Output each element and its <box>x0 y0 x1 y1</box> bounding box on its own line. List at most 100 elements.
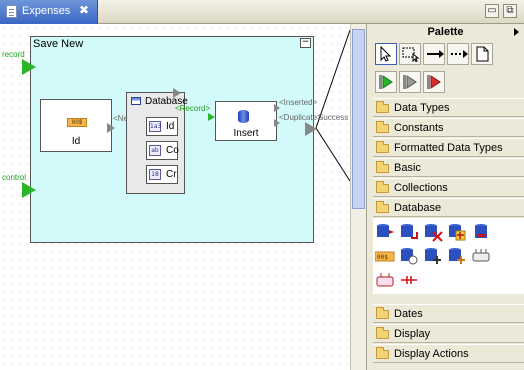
component-insert[interactable]: Insert <box>215 101 277 141</box>
field-cr[interactable]: 18 Cr <box>146 165 178 184</box>
input-label-control: control <box>2 173 27 182</box>
field-id-text: Id <box>166 121 175 132</box>
drawer-label: Basic <box>394 162 421 174</box>
database-input-port[interactable] <box>173 88 181 98</box>
folder-icon <box>376 161 389 173</box>
exception-port-tool[interactable] <box>423 71 445 93</box>
number-icon: 18 <box>149 169 161 180</box>
drawer-constants[interactable]: Constants <box>373 118 524 137</box>
minimize-button[interactable]: ▭ <box>485 4 499 18</box>
field-cr-text: Cr <box>166 169 177 180</box>
drawer-label: Formatted Data Types <box>394 142 503 154</box>
drawer-label: Database <box>394 202 442 214</box>
page-icon <box>476 46 489 62</box>
drawer-display[interactable]: Display <box>373 324 524 343</box>
drawer-label: Dates <box>394 308 423 320</box>
diagram-canvas[interactable]: Save New − record control 00$ Id <Next> … <box>0 24 350 370</box>
input-port-record[interactable] <box>22 59 36 75</box>
drawer-data-types[interactable]: Data Types <box>373 98 524 117</box>
inserted-output-label: <Inserted> <box>279 98 318 107</box>
db-transaction-icon[interactable] <box>375 270 395 290</box>
output-port-id[interactable] <box>107 123 115 133</box>
tab-expenses[interactable]: Expenses ✖ <box>0 0 98 24</box>
input-port-tool[interactable] <box>375 71 397 93</box>
drawer-label: Constants <box>394 122 444 134</box>
numeric-format-icon: 00$ <box>67 118 87 127</box>
drawer-basic[interactable]: Basic <box>373 158 524 177</box>
svg-text:00$: 00$ <box>377 254 388 261</box>
connection-tool[interactable] <box>423 43 445 65</box>
palette-panel: Palette Data Types Constants Formatted D… <box>366 24 524 370</box>
drawer-dates[interactable]: Dates <box>373 304 524 323</box>
scrollbar-thumb[interactable] <box>352 29 365 209</box>
db-connection-icon[interactable] <box>471 246 491 266</box>
close-tab-icon[interactable]: ✖ <box>79 3 89 17</box>
success-output-label: Success <box>318 113 349 122</box>
component-id[interactable]: 00$ Id <box>40 99 112 152</box>
drawer-database[interactable]: Database <box>373 198 524 217</box>
marquee-tool[interactable] <box>399 43 421 65</box>
duplicate-output-port[interactable] <box>274 119 280 127</box>
green-port-icon <box>379 75 393 89</box>
folder-icon <box>376 307 389 319</box>
drawer-formatted-data-types[interactable]: Formatted Data Types <box>373 138 524 157</box>
db-query-icon[interactable] <box>399 246 419 266</box>
document-icon <box>6 5 17 18</box>
drawer-label: Data Types <box>394 102 450 114</box>
duplicate-output-label: <Duplicate> <box>279 113 322 122</box>
tab-label: Expenses <box>22 5 71 17</box>
db-icon[interactable] <box>471 222 491 242</box>
db-format-icon[interactable]: 00$ <box>375 246 395 266</box>
record-input-label: <Record> <box>175 104 211 113</box>
drawer-display-actions[interactable]: Display Actions <box>373 344 524 363</box>
success-output-port[interactable] <box>305 122 317 136</box>
subprocess-title: Save New <box>33 38 84 50</box>
dotted-arrow-icon <box>451 50 468 58</box>
folder-icon <box>376 141 389 153</box>
insert-input-port[interactable] <box>208 113 215 121</box>
folder-icon <box>376 327 389 339</box>
folder-icon <box>376 347 389 359</box>
drawer-label: Collections <box>394 182 448 194</box>
canvas-vertical-scrollbar[interactable] <box>350 24 366 370</box>
db-add-icon[interactable] <box>447 246 467 266</box>
db-update-icon[interactable] <box>399 222 419 242</box>
drawer-label: Display <box>394 328 431 340</box>
input-label-record: record <box>2 50 25 59</box>
db-delete-icon[interactable] <box>423 222 443 242</box>
database-table-icon <box>131 97 141 105</box>
field-id[interactable]: 1a3 Id <box>146 117 178 136</box>
db-read-icon[interactable] <box>375 222 395 242</box>
control-connection-tool[interactable] <box>447 43 469 65</box>
folder-icon <box>376 121 389 133</box>
arrow-pointer-icon <box>380 46 392 62</box>
field-co[interactable]: ab Co <box>146 141 179 160</box>
input-port-control[interactable] <box>22 182 36 198</box>
database-drawer-items: 00$ <box>373 218 524 294</box>
solid-arrow-icon <box>427 50 444 58</box>
db-add-query-icon[interactable] <box>423 246 443 266</box>
component-id-label: Id <box>71 136 81 147</box>
editor-tab-bar: Expenses ✖ ▭ ⧉ <box>0 0 524 24</box>
db-disconnect-icon[interactable] <box>399 270 419 290</box>
collapse-button[interactable]: − <box>300 38 311 48</box>
maximize-button[interactable]: ⧉ <box>503 4 517 18</box>
drawer-label: Display Actions <box>394 348 469 360</box>
db-insert-icon[interactable] <box>447 222 467 242</box>
palette-title: Palette <box>427 26 464 38</box>
component-insert-label: Insert <box>233 128 259 139</box>
inserted-output-port[interactable] <box>274 104 280 112</box>
palette-collapse-arrow-icon[interactable] <box>514 28 519 36</box>
database-insert-icon <box>238 110 249 123</box>
drawer-collections[interactable]: Collections <box>373 178 524 197</box>
select-tool[interactable] <box>375 43 397 65</box>
note-tool[interactable] <box>471 43 493 65</box>
gray-port-icon <box>403 75 417 89</box>
integer-icon: 1a3 <box>149 121 162 132</box>
string-icon: ab <box>149 145 161 156</box>
field-co-text: Co <box>166 145 179 156</box>
marquee-select-icon <box>402 47 420 62</box>
red-port-icon <box>427 75 441 89</box>
output-port-tool[interactable] <box>399 71 421 93</box>
folder-icon <box>376 181 389 193</box>
